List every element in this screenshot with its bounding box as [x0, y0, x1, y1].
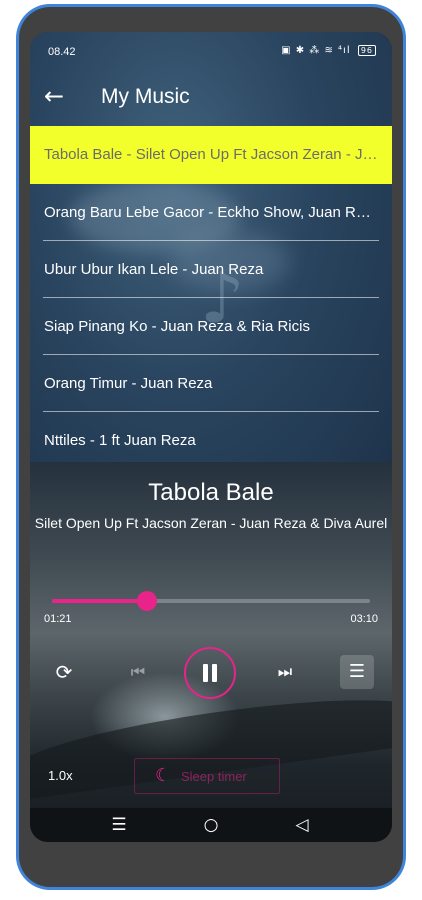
song-label: Siap Pinang Ko - Juan Reza & Ria Ricis: [44, 318, 310, 335]
now-playing-title: Tabola Bale: [148, 479, 274, 506]
status-time: 08.42: [48, 46, 76, 58]
status-icons: ▣ ✱ ⁂ ≋ ⁴ıl 96: [281, 45, 376, 56]
skip-previous-icon[interactable]: ⏮: [126, 660, 150, 684]
current-time: 01:21: [44, 613, 72, 625]
system-nav-bar: ☰ ○ ◁: [30, 808, 392, 842]
song-label: Orang Timur - Juan Reza: [44, 375, 213, 392]
arrow-left-icon[interactable]: ←: [44, 84, 68, 108]
status-indicator-icons: ▣ ✱ ⁂ ≋ ⁴ıl: [281, 45, 351, 56]
now-playing-subtitle: Silet Open Up Ft Jacson Zeran - Juan Rez…: [34, 515, 388, 531]
status-bar: 08.42 ▣ ✱ ⁂ ≋ ⁴ıl 96: [30, 32, 392, 72]
screen: ♪ 08.42 ▣ ✱ ⁂ ≋ ⁴ıl 96 ← My Music Tabola…: [30, 32, 392, 842]
home-icon[interactable]: ○: [199, 814, 223, 836]
song-label: Orang Baru Lebe Gacor - Eckho Show, Juan…: [44, 204, 378, 221]
moon-icon: ☾: [155, 765, 172, 786]
total-time: 03:10: [350, 613, 378, 625]
song-list: Tabola Bale - Silet Open Up Ft Jacson Ze…: [30, 126, 392, 469]
pause-icon: [202, 664, 218, 682]
song-item[interactable]: Nttiles - 1 ft Juan Reza: [30, 412, 392, 469]
song-item-active[interactable]: Tabola Bale - Silet Open Up Ft Jacson Ze…: [30, 126, 392, 184]
pause-button[interactable]: [184, 647, 236, 699]
song-label: Nttiles - 1 ft Juan Reza: [44, 432, 196, 449]
skip-next-icon[interactable]: ⏭: [273, 660, 297, 684]
page-title: My Music: [101, 85, 190, 108]
back-triangle-icon[interactable]: ◁: [290, 814, 314, 836]
song-label: Ubur Ubur Ikan Lele - Juan Reza: [44, 261, 264, 278]
playback-speed[interactable]: 1.0x: [48, 768, 73, 783]
song-item[interactable]: Ubur Ubur Ikan Lele - Juan Reza: [30, 241, 392, 298]
progress-slider[interactable]: [52, 591, 370, 611]
sleep-timer-button[interactable]: ☾ Sleep timer: [134, 758, 280, 794]
song-item[interactable]: Siap Pinang Ko - Juan Reza & Ria Ricis: [30, 298, 392, 355]
playlist-icon[interactable]: ☰: [340, 655, 374, 689]
player-panel: Tabola Bale Silet Open Up Ft Jacson Zera…: [30, 462, 392, 842]
recent-apps-icon[interactable]: ☰: [107, 814, 131, 836]
song-label: Tabola Bale - Silet Open Up Ft Jacson Ze…: [44, 146, 378, 163]
battery-icon: 96: [357, 45, 376, 56]
song-item[interactable]: Orang Timur - Juan Reza: [30, 355, 392, 412]
repeat-icon[interactable]: ⟳: [52, 660, 76, 684]
app-bar: ← My Music: [30, 72, 392, 126]
song-item[interactable]: Orang Baru Lebe Gacor - Eckho Show, Juan…: [30, 184, 392, 241]
progress-knob[interactable]: [137, 591, 158, 611]
progress-fill: [52, 599, 148, 603]
sleep-timer-label: Sleep timer: [181, 769, 247, 784]
